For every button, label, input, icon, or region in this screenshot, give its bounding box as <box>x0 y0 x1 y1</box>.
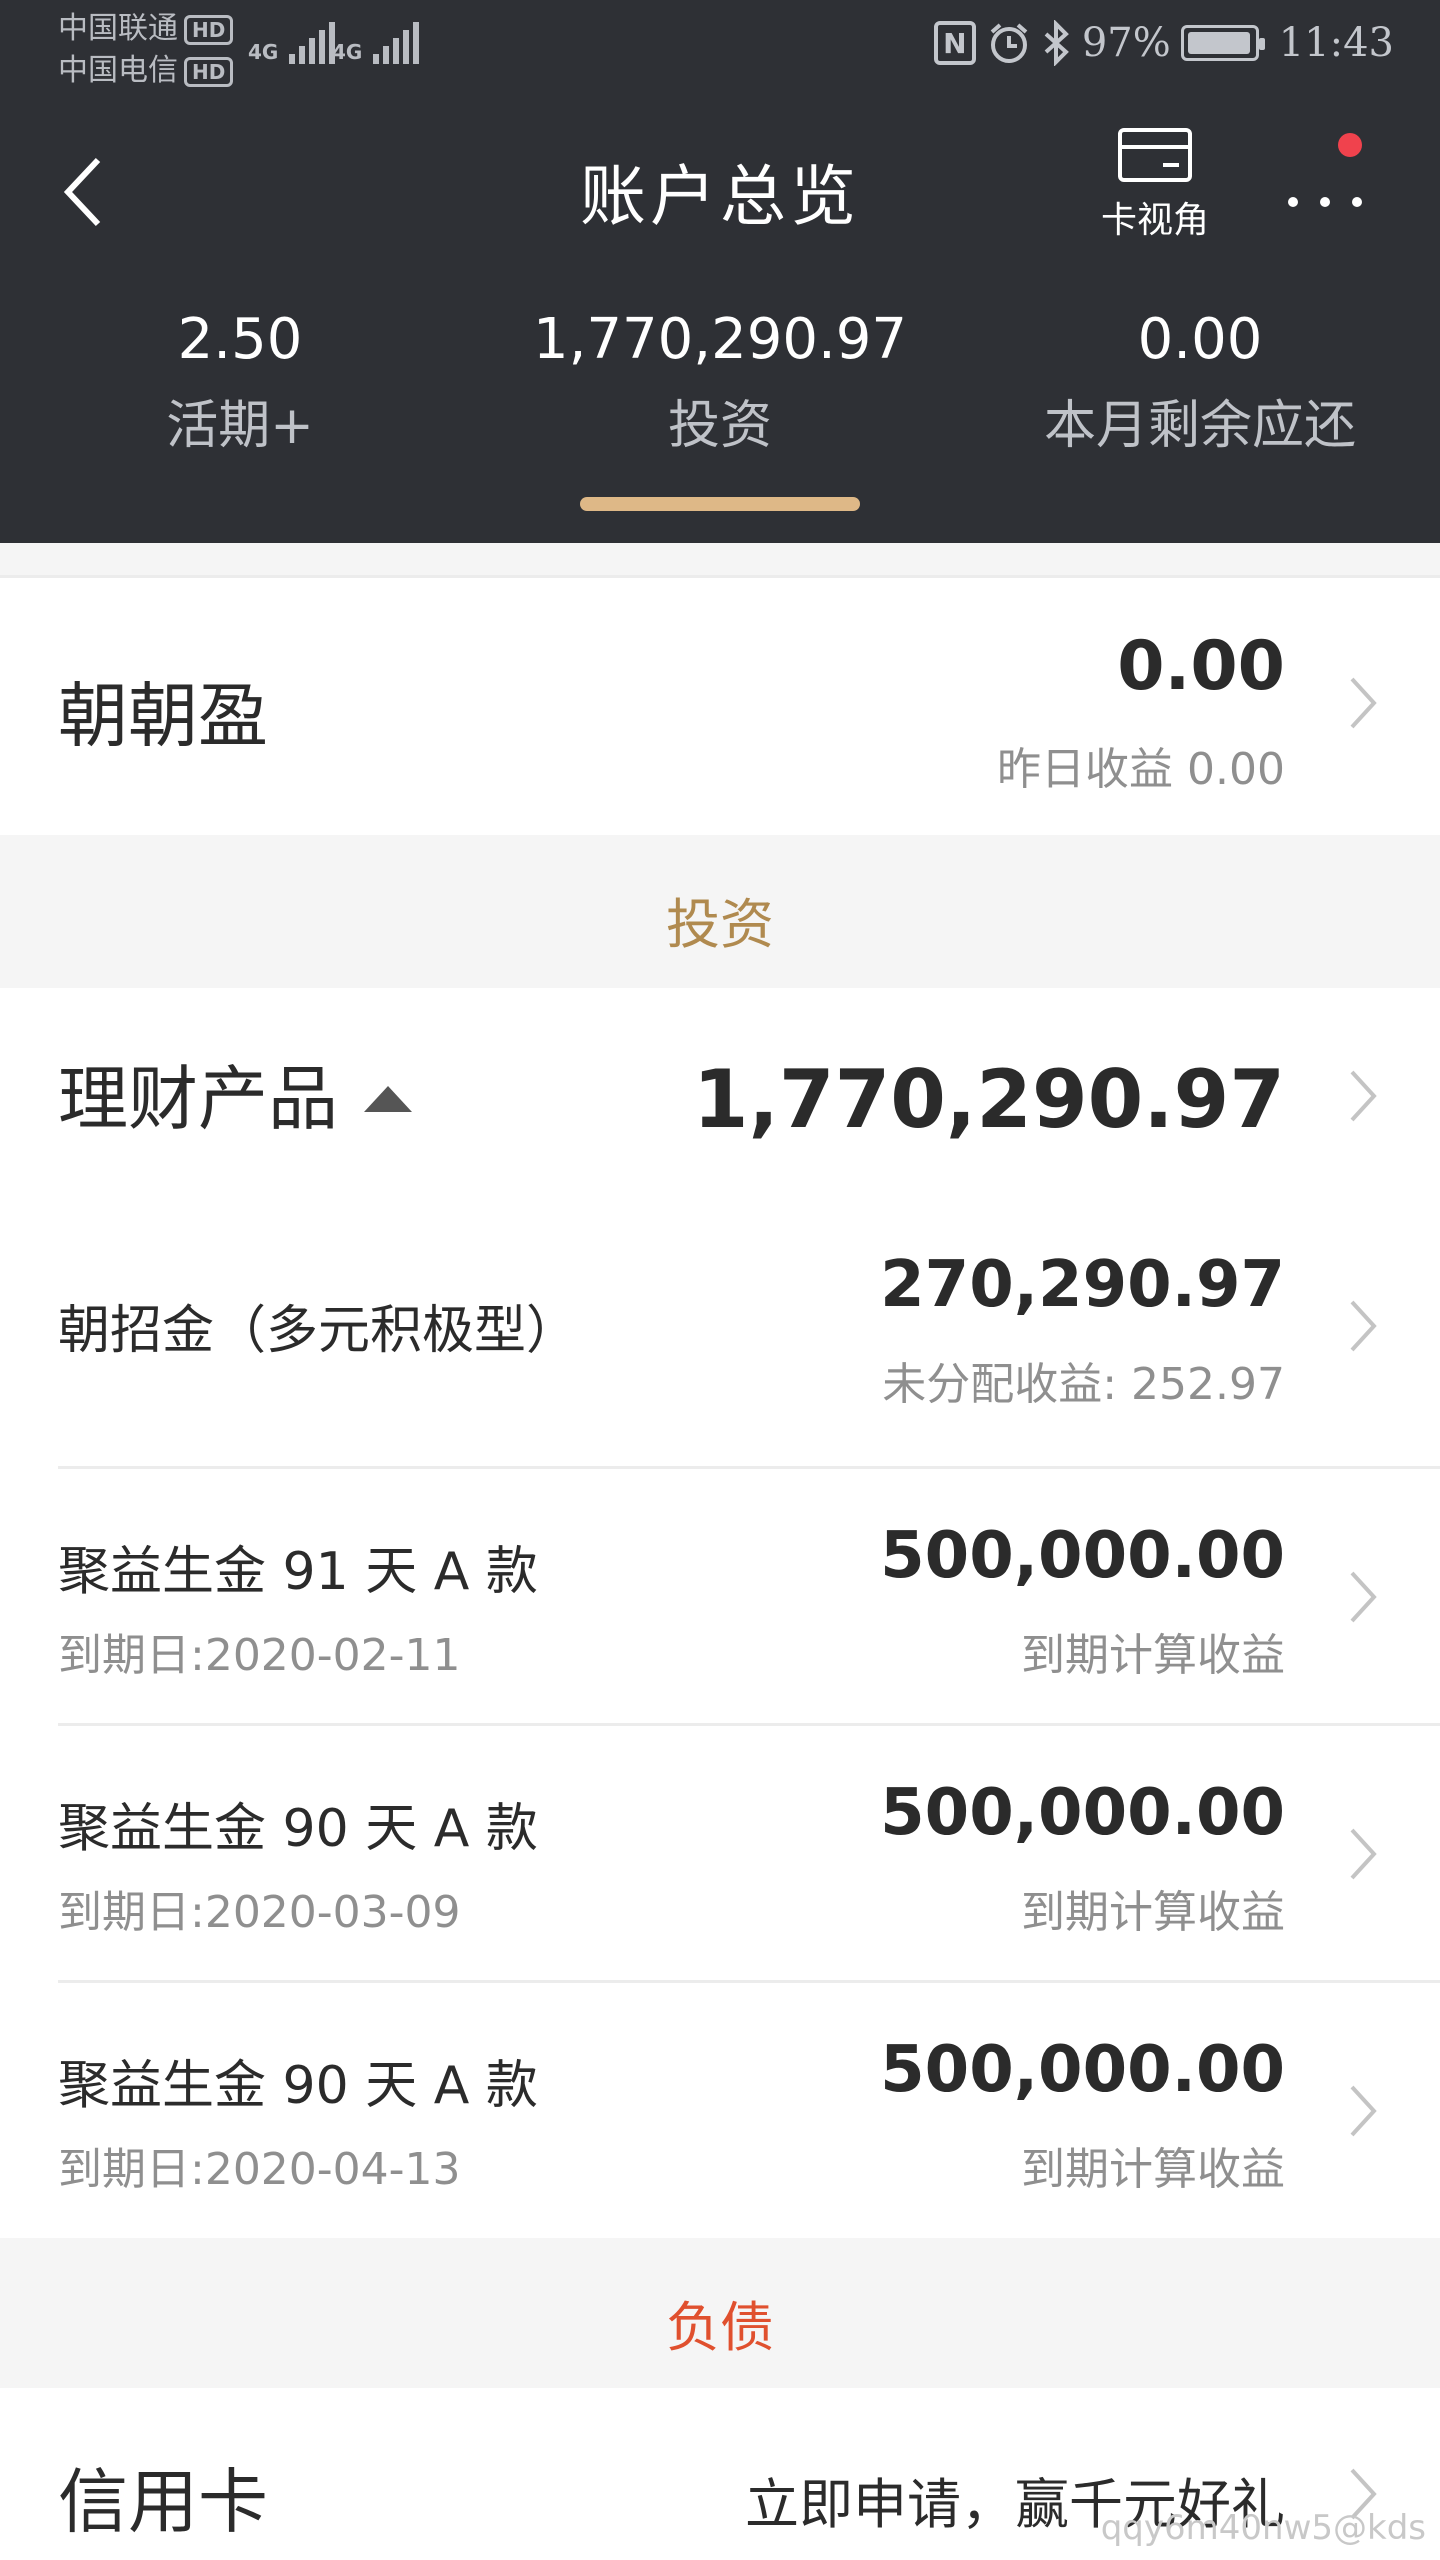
card-view-button[interactable]: 卡视角 <box>1090 127 1220 243</box>
category-title: 理财产品 <box>58 1058 338 1140</box>
wealth-products-block: 理财产品 1,770,290.97 朝招金（多元积极型） 270,290.97 … <box>0 988 1440 2238</box>
list-item[interactable]: 聚益生金 90 天 A 款 到期日:2020-03-09 500,000.00 … <box>0 1726 1440 1980</box>
item-note: 未分配收益: 252.97 <box>882 1359 1285 1410</box>
signal-icon: 4G <box>248 22 336 64</box>
summary-value: 1,770,290.97 <box>532 307 908 372</box>
tab-monthly-repayment[interactable]: 0.00 本月剩余应还 <box>960 300 1440 543</box>
clock-time: 11:43 <box>1278 20 1394 66</box>
carrier-info: 中国联通 HD 中国电信 HD <box>58 8 234 92</box>
zhaozhaoying-row[interactable]: 朝朝盈 0.00 昨日收益 0.00 <box>0 575 1440 835</box>
tab-investment[interactable]: 1,770,290.97 投资 <box>480 300 960 543</box>
account-summary: 2.50 活期+ 1,770,290.97 投资 0.00 本月剩余应还 <box>0 300 1440 543</box>
category-total: 1,770,290.97 <box>692 1053 1285 1146</box>
summary-label: 活期+ <box>166 396 314 456</box>
section-header-liability: 负债 <box>666 2296 774 2359</box>
item-amount: 500,000.00 <box>880 1776 1285 1850</box>
item-due-date: 到期日:2020-02-11 <box>58 1630 461 1681</box>
notification-dot <box>1338 133 1362 157</box>
product-name: 朝朝盈 <box>58 675 268 757</box>
chevron-right-icon <box>1350 1828 1377 1880</box>
tab-current-deposit[interactable]: 2.50 活期+ <box>0 300 480 543</box>
carrier-name: 中国联通 <box>58 11 178 46</box>
credit-card-title: 信用卡 <box>58 2461 268 2543</box>
chevron-right-icon <box>1350 1571 1377 1623</box>
chevron-right-icon <box>1350 2085 1377 2137</box>
bluetooth-icon <box>1044 20 1069 66</box>
signal-icon: 4G <box>332 22 420 64</box>
nfc-icon: N <box>933 21 976 65</box>
item-note: 到期计算收益 <box>1021 1630 1285 1681</box>
more-button[interactable] <box>1270 125 1380 245</box>
carrier-name: 中国电信 <box>58 53 178 88</box>
network-type: 4G <box>332 40 363 64</box>
item-due-date: 到期日:2020-03-09 <box>58 1887 461 1938</box>
summary-label: 投资 <box>667 396 772 456</box>
wealth-products-header[interactable]: 理财产品 1,770,290.97 <box>0 988 1440 1188</box>
chevron-right-icon <box>1350 1070 1377 1122</box>
item-amount: 270,290.97 <box>880 1248 1285 1322</box>
product-amount: 0.00 <box>1117 627 1285 706</box>
chevron-right-icon <box>1350 677 1377 729</box>
battery-icon <box>1180 25 1265 61</box>
yesterday-earnings: 昨日收益 0.00 <box>997 744 1285 795</box>
list-item[interactable]: 聚益生金 90 天 A 款 到期日:2020-04-13 500,000.00 … <box>0 1983 1440 2238</box>
item-name: 聚益生金 91 天 A 款 <box>58 1542 538 1602</box>
item-note: 到期计算收益 <box>1021 1887 1285 1938</box>
summary-value: 2.50 <box>177 307 303 372</box>
item-name: 聚益生金 90 天 A 款 <box>58 2056 538 2116</box>
status-bar: 中国联通 HD 中国电信 HD 4G 4G N 97% 11:43 <box>0 0 1440 105</box>
hd-badge: HD <box>184 14 234 45</box>
header: 中国联通 HD 中国电信 HD 4G 4G N 97% 11:43 账户总览 卡… <box>0 0 1440 543</box>
item-amount: 500,000.00 <box>880 2033 1285 2107</box>
active-tab-indicator <box>580 497 860 511</box>
watermark: qqy6m40nw5@kds <box>1100 2508 1426 2548</box>
section-header-investment: 投资 <box>666 893 774 956</box>
battery-level-fill <box>1187 32 1250 54</box>
card-view-label: 卡视角 <box>1100 200 1209 241</box>
summary-label: 本月剩余应还 <box>1043 396 1356 456</box>
item-note: 到期计算收益 <box>1021 2144 1285 2195</box>
list-item[interactable]: 聚益生金 91 天 A 款 到期日:2020-02-11 500,000.00 … <box>0 1469 1440 1723</box>
page-title: 账户总览 <box>580 158 860 235</box>
network-type: 4G <box>248 40 279 64</box>
summary-value: 0.00 <box>1137 307 1263 372</box>
divider <box>0 575 1440 578</box>
item-name: 聚益生金 90 天 A 款 <box>58 1799 538 1859</box>
chevron-right-icon <box>1350 1300 1377 1352</box>
alarm-icon <box>990 23 1028 63</box>
caret-up-icon <box>364 1085 412 1112</box>
more-icon <box>1288 197 1362 207</box>
battery-percent: 97% <box>1081 20 1171 66</box>
status-icons: N 97% 11:43 <box>933 20 1394 66</box>
card-icon <box>1118 128 1192 182</box>
item-due-date: 到期日:2020-04-13 <box>58 2144 461 2195</box>
item-name: 朝招金（多元积极型） <box>58 1301 579 1361</box>
nav-bar: 账户总览 卡视角 <box>0 105 1440 270</box>
item-amount: 500,000.00 <box>880 1519 1285 1593</box>
list-item[interactable]: 朝招金（多元积极型） 270,290.97 未分配收益: 252.97 <box>0 1188 1440 1458</box>
hd-badge: HD <box>184 56 234 87</box>
category-name: 理财产品 <box>58 1043 412 1144</box>
